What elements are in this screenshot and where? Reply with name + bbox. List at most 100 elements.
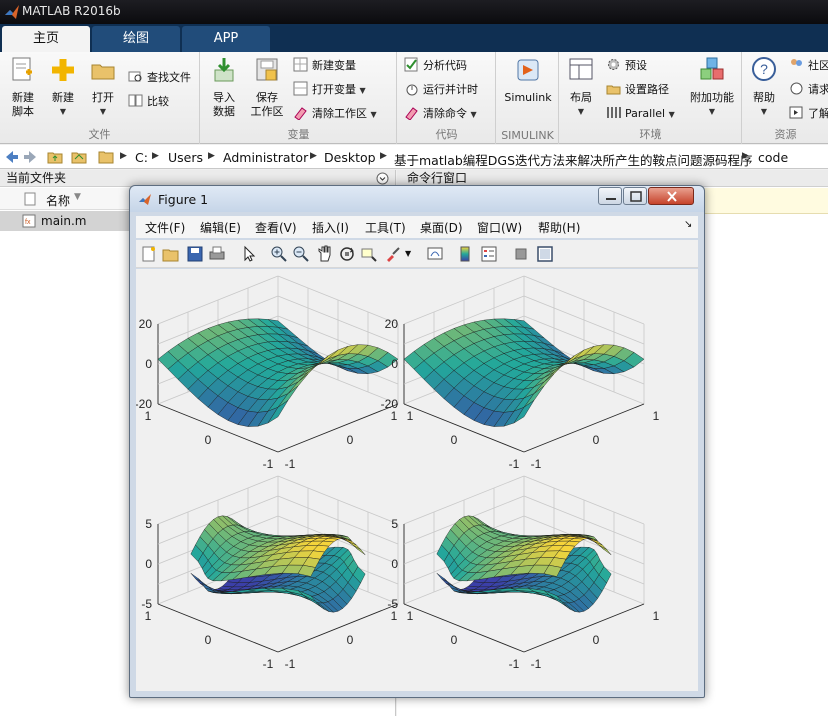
run-and-time-button[interactable]: 运行并计时 [404,80,478,100]
menu-desktop[interactable]: 桌面(D) [420,219,463,236]
subplot-3: 50-510-1 -101 [141,475,414,671]
set-path-button[interactable]: 设置路径 [606,80,669,100]
figure-icon [139,194,151,205]
forward-arrow-icon[interactable] [23,149,39,165]
sort-chevron-icon[interactable]: ▼ [74,192,81,202]
menu-view[interactable]: 查看(V) [255,219,297,236]
path-segment-drive[interactable]: C: [135,150,148,165]
z-tick-label: 5 [145,517,152,531]
folder-open-icon [91,64,115,80]
menu-tools[interactable]: 工具(T) [365,219,406,236]
insert-legend-icon[interactable] [480,245,498,263]
run-and-time-icon [406,84,418,96]
parallel-button[interactable]: Parallel ▼ [606,104,675,124]
tab-apps[interactable]: APP [182,26,270,52]
chevron-down-icon: ▼ [59,107,67,116]
data-cursor-icon[interactable] [360,245,378,263]
menu-help[interactable]: 帮助(H) [538,219,580,236]
save-workspace-button[interactable]: 保存 工作区 [247,56,287,119]
request-support-button[interactable]: 请求 [789,80,828,100]
clear-commands-button[interactable]: 清除命令 ▼ [404,104,477,124]
tab-plots[interactable]: 绘图 [92,26,180,52]
matlab-logo-icon [5,5,19,19]
zoom-in-icon[interactable] [270,245,288,263]
analyze-code-button[interactable]: 分析代码 [404,56,467,76]
y-tick-label: 0 [205,633,212,647]
z-tick-label: 20 [139,317,153,331]
insert-colorbar-icon[interactable] [456,245,474,263]
panel-menu-chevron-icon[interactable] [376,172,389,185]
learn-button[interactable]: 了解 [789,104,828,124]
open-variable-button[interactable]: 打开变量 ▼ [293,80,366,100]
new-button[interactable]: 新建 ▼ [46,56,80,119]
z-tick-label: 0 [145,557,152,571]
close-button[interactable] [648,187,694,205]
import-data-button[interactable]: 导入 数据 [207,56,241,119]
compare-button[interactable]: 比较 [128,92,169,112]
open-file-icon[interactable] [162,245,180,263]
link-plot-icon[interactable] [426,245,444,263]
zoom-out-icon[interactable] [292,245,310,263]
layout-button[interactable]: 布局 ▼ [564,56,598,119]
help-button[interactable]: ? 帮助 ▼ [747,56,781,119]
resources-group-label: 资源 [774,128,797,141]
save-figure-icon[interactable] [186,245,204,263]
x-tick-label: 1 [653,609,660,623]
chevron-down-icon: ▼ [470,110,477,119]
browse-folder-icon[interactable] [71,149,87,165]
chevron-down-icon: ▼ [760,107,768,116]
brush-chevron-down-icon[interactable]: ▼ [405,249,411,258]
figure-title-bar[interactable]: Figure 1 [130,186,704,212]
axis-line [277,403,399,453]
y-tick-label: 1 [145,409,152,423]
path-segment-users[interactable]: Users [168,150,203,165]
minimize-button[interactable] [598,187,622,205]
z-tick-label: 0 [391,357,398,371]
path-segment-desktop[interactable]: Desktop [324,150,376,165]
up-folder-icon[interactable] [47,149,63,165]
title-bar: MATLAB R2016b [0,0,828,24]
ribbon: 新建 脚本 新建 ▼ 打开 ▼ 查找文件 比较 文件 导入 数据 保存 工作区 … [0,52,828,144]
import-data-icon [214,58,234,82]
rotate-3d-icon[interactable] [338,245,356,263]
community-button[interactable]: 社区 [789,56,828,76]
new-figure-icon[interactable] [140,245,158,263]
new-script-button[interactable]: 新建 脚本 [6,56,40,119]
environment-group: 布局 ▼ 预设 设置路径 Parallel ▼ 附加功能 ▼ 环境 [560,52,742,144]
show-plot-tools-icon[interactable] [536,245,554,263]
brush-icon[interactable] [384,245,402,263]
print-icon[interactable] [208,245,226,263]
clear-workspace-button[interactable]: 清除工作区 ▼ [293,104,377,124]
add-ons-button[interactable]: 附加功能 ▼ [686,56,738,119]
open-button[interactable]: 打开 ▼ [86,56,120,119]
select-arrow-icon[interactable] [240,245,258,263]
menu-file[interactable]: 文件(F) [145,219,185,236]
x-tick-label: -1 [531,657,542,671]
clear-commands-icon [405,107,418,120]
name-column-header[interactable]: 名称 [46,192,70,209]
surface-patch [593,541,607,550]
menu-edit[interactable]: 编辑(E) [200,219,241,236]
tab-home[interactable]: 主页 [2,26,90,52]
new-variable-button[interactable]: 新建变量 [293,56,356,76]
preferences-button[interactable]: 预设 [606,56,647,76]
open-variable-icon [293,81,308,96]
pan-hand-icon[interactable] [316,245,334,263]
hide-plot-tools-icon[interactable] [512,245,530,263]
simulink-button[interactable]: Simulink [501,56,555,105]
path-segment-administrator[interactable]: Administrator [223,150,308,165]
menu-dock-arrow-icon[interactable]: ↘ [684,219,692,230]
community-icon [791,59,802,66]
layout-icon [569,58,593,80]
find-files-button[interactable]: 查找文件 [128,68,191,88]
path-segment-project[interactable]: 基于matlab编程DGS迭代方法来解决所产生的鞍点问题源码程序 [394,150,753,169]
file-name: main.m [41,214,87,228]
menu-window[interactable]: 窗口(W) [477,219,522,236]
subplot-4: 50-510-1 -101 [387,475,660,671]
back-arrow-icon[interactable] [3,149,19,165]
menu-insert[interactable]: 插入(I) [312,219,349,236]
z-tick-label: 0 [391,557,398,571]
x-tick-label: 1 [407,609,414,623]
path-segment-code[interactable]: code [758,150,788,165]
maximize-button[interactable] [623,187,647,205]
